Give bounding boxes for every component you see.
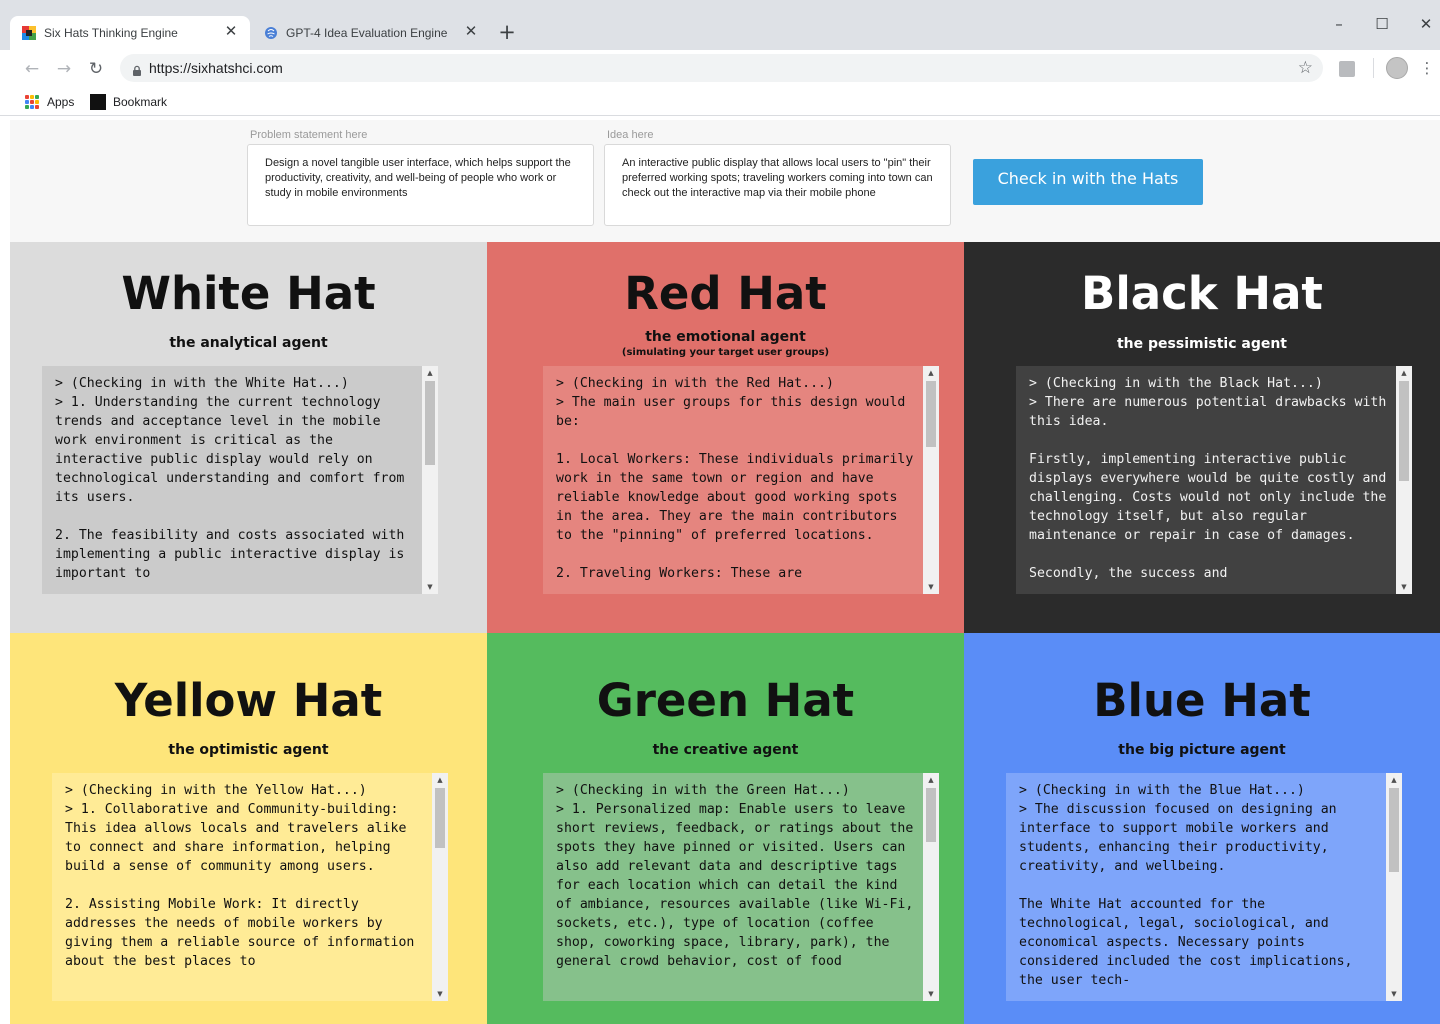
blue-hat-panel: Blue Hat the big picture agent > (Checki… — [964, 633, 1440, 1024]
scrollbar[interactable]: ▲ ▼ — [923, 366, 939, 594]
hat-title: Red Hat — [624, 267, 827, 320]
scrollbar-thumb[interactable] — [926, 788, 936, 842]
hat-output-text: > (Checking in with the Black Hat...) > … — [1029, 376, 1387, 581]
profile-avatar[interactable] — [1386, 57, 1408, 79]
six-hats-favicon-icon — [22, 26, 36, 40]
hat-output-text: > (Checking in with the Yellow Hat...) >… — [65, 783, 415, 969]
problem-statement-field[interactable]: Design a novel tangible user interface, … — [247, 144, 594, 226]
scroll-up-arrow-icon[interactable]: ▲ — [432, 773, 448, 787]
scrollbar[interactable]: ▲ ▼ — [432, 773, 448, 1001]
hat-output-box[interactable]: > (Checking in with the Black Hat...) > … — [1016, 366, 1412, 594]
page-content: Problem statement here Design a novel ta… — [10, 120, 1440, 1024]
yellow-hat-panel: Yellow Hat the optimistic agent > (Check… — [10, 633, 487, 1024]
scroll-down-arrow-icon[interactable]: ▼ — [923, 580, 939, 594]
hat-output-box[interactable]: > (Checking in with the Yellow Hat...) >… — [52, 773, 448, 1001]
bookmark-label: Apps — [47, 95, 75, 109]
scroll-up-arrow-icon[interactable]: ▲ — [1386, 773, 1402, 787]
back-arrow-icon[interactable]: ← — [20, 57, 44, 81]
maximize-window-button[interactable]: ☐ — [1370, 12, 1394, 36]
scrollbar-thumb[interactable] — [1399, 381, 1409, 481]
lock-icon — [131, 62, 143, 76]
close-window-button[interactable]: ✕ — [1414, 12, 1438, 36]
scrollbar-thumb[interactable] — [1389, 788, 1399, 872]
scrollbar[interactable]: ▲ ▼ — [1396, 366, 1412, 594]
problem-statement-label: Problem statement here — [250, 129, 368, 141]
minimize-window-button[interactable]: – — [1327, 12, 1351, 36]
scrollbar[interactable]: ▲ ▼ — [422, 366, 438, 594]
check-in-with-hats-button[interactable]: Check in with the Hats — [973, 159, 1203, 205]
url-text: https://sixhatshci.com — [149, 60, 283, 76]
green-hat-panel: Green Hat the creative agent > (Checking… — [487, 633, 964, 1024]
bookmark-label: Bookmark — [113, 95, 168, 109]
close-tab-icon[interactable]: ✕ — [222, 23, 240, 41]
forward-arrow-icon[interactable]: → — [52, 57, 76, 81]
scrollbar-thumb[interactable] — [926, 381, 936, 447]
hat-title: Blue Hat — [1093, 674, 1311, 727]
scrollbar-thumb[interactable] — [425, 381, 435, 465]
hat-output-text: > (Checking in with the White Hat...) > … — [55, 376, 405, 581]
hat-output-text: > (Checking in with the Red Hat...) > Th… — [556, 376, 914, 581]
new-tab-button[interactable]: + — [496, 21, 518, 43]
hat-title: White Hat — [121, 267, 376, 320]
menu-kebab-icon[interactable]: ⋮ — [1419, 56, 1435, 80]
idea-field[interactable]: An interactive public display that allow… — [604, 144, 951, 226]
scroll-up-arrow-icon[interactable]: ▲ — [923, 773, 939, 787]
hat-output-text: > (Checking in with the Blue Hat...) > T… — [1019, 783, 1353, 988]
input-area: Problem statement here Design a novel ta… — [10, 120, 1440, 242]
address-bar[interactable]: https://sixhatshci.com ☆ — [120, 54, 1323, 82]
scroll-down-arrow-icon[interactable]: ▼ — [1396, 580, 1412, 594]
hat-output-box[interactable]: > (Checking in with the Red Hat...) > Th… — [543, 366, 939, 594]
tab-gpt4-idea-evaluation[interactable]: GPT-4 Idea Evaluation Engine ✕ — [252, 16, 490, 50]
browser-toolbar: ← → ↻ https://sixhatshci.com ☆ — [0, 50, 1440, 88]
scrollbar-thumb[interactable] — [435, 788, 445, 848]
white-hat-panel: White Hat the analytical agent > (Checki… — [10, 242, 487, 633]
scroll-up-arrow-icon[interactable]: ▲ — [1396, 366, 1412, 380]
hat-output-box[interactable]: > (Checking in with the Blue Hat...) > T… — [1006, 773, 1402, 1001]
toolbar-divider — [1373, 58, 1374, 78]
reload-icon[interactable]: ↻ — [84, 57, 108, 81]
scrollbar[interactable]: ▲ ▼ — [1386, 773, 1402, 1001]
hat-output-box[interactable]: > (Checking in with the White Hat...) > … — [42, 366, 438, 594]
hat-note: (simulating your target user groups) — [621, 347, 830, 358]
bookmark-star-icon[interactable]: ☆ — [1298, 57, 1313, 79]
apps-grid-icon — [25, 95, 39, 109]
hat-subtitle: the emotional agent — [645, 329, 806, 345]
black-hat-panel: Black Hat the pessimistic agent > (Check… — [964, 242, 1440, 633]
hat-subtitle: the analytical agent — [169, 335, 328, 351]
scroll-up-arrow-icon[interactable]: ▲ — [923, 366, 939, 380]
scroll-down-arrow-icon[interactable]: ▼ — [422, 580, 438, 594]
brain-favicon-icon — [264, 26, 278, 40]
hats-grid: White Hat the analytical agent > (Checki… — [10, 242, 1440, 1024]
bookmark-square-icon — [90, 94, 106, 110]
hat-title: Black Hat — [1081, 267, 1323, 320]
tab-title: Six Hats Thinking Engine — [44, 26, 178, 40]
hat-output-text: > (Checking in with the Green Hat...) > … — [556, 783, 914, 969]
scrollbar[interactable]: ▲ ▼ — [923, 773, 939, 1001]
idea-label: Idea here — [607, 129, 654, 141]
close-tab-icon[interactable]: ✕ — [462, 23, 480, 41]
hat-subtitle: the pessimistic agent — [1116, 336, 1288, 352]
scroll-down-arrow-icon[interactable]: ▼ — [432, 987, 448, 1001]
bookmark-apps[interactable]: Apps — [25, 94, 74, 110]
hat-subtitle: the creative agent — [652, 742, 799, 758]
extension-icon[interactable] — [1339, 61, 1355, 77]
hat-title: Green Hat — [596, 674, 855, 727]
hat-subtitle: the optimistic agent — [168, 742, 329, 758]
bookmark-item[interactable]: Bookmark — [90, 94, 167, 110]
red-hat-panel: Red Hat the emotional agent (simulating … — [487, 242, 964, 633]
hat-title: Yellow Hat — [114, 674, 383, 727]
hat-output-box[interactable]: > (Checking in with the Green Hat...) > … — [543, 773, 939, 1001]
hat-subtitle: the big picture agent — [1118, 742, 1286, 758]
tab-six-hats[interactable]: Six Hats Thinking Engine ✕ — [10, 16, 250, 50]
scroll-down-arrow-icon[interactable]: ▼ — [923, 987, 939, 1001]
scroll-down-arrow-icon[interactable]: ▼ — [1386, 987, 1402, 1001]
browser-tab-strip: Six Hats Thinking Engine ✕ GPT-4 Idea Ev… — [0, 0, 1440, 50]
tab-title: GPT-4 Idea Evaluation Engine — [286, 26, 448, 40]
scroll-up-arrow-icon[interactable]: ▲ — [422, 366, 438, 380]
bookmarks-bar: Apps Bookmark — [0, 88, 1440, 116]
